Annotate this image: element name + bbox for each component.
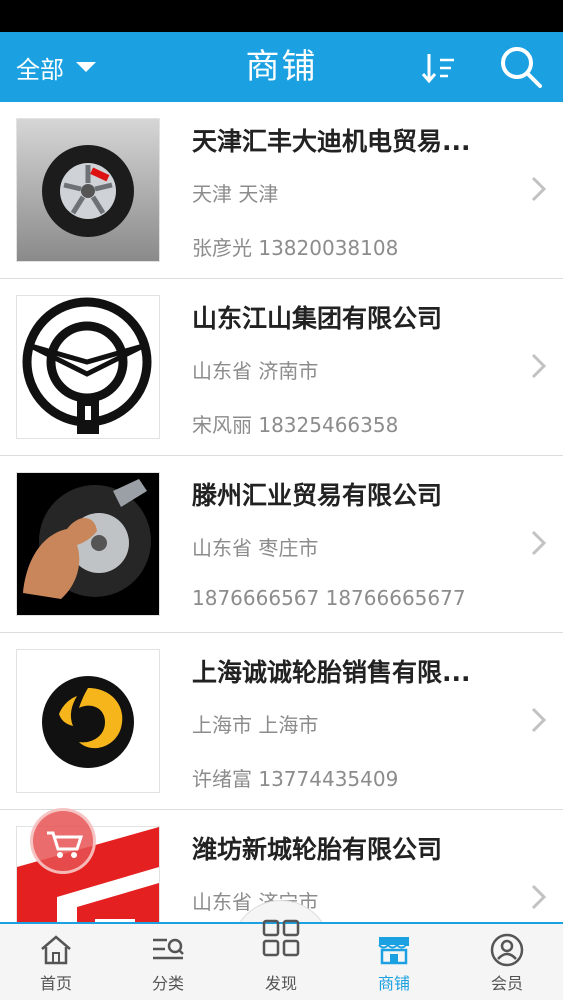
shop-row[interactable]: 上海诚诚轮胎销售有限... 上海市 上海市 许绪富 13774435409 [0, 633, 563, 810]
tab-discover[interactable]: 发现 [225, 919, 337, 1000]
filter-label: 全部 [16, 55, 64, 84]
tab-label: 分类 [151, 974, 184, 993]
shop-row[interactable]: 山东江山集团有限公司 山东省 济南市 宋风丽 18325466358 [0, 279, 563, 456]
shop-contact: 张彦光 13820038108 [192, 236, 399, 260]
shop-location: 上海市 上海市 [192, 713, 319, 737]
category-icon [153, 938, 184, 960]
shop-name: 潍坊新城轮胎有限公司 [192, 835, 443, 864]
bottom-tab-bar: 首页 分类 发现 商铺 会员 [0, 919, 563, 1000]
tab-label: 首页 [39, 974, 72, 993]
discover-icon [262, 919, 300, 957]
chevron-right-icon [531, 530, 547, 556]
top-bar: 全部 商铺 [0, 32, 563, 102]
shop-location: 山东省 枣庄市 [192, 536, 319, 560]
tab-label: 发现 [264, 974, 297, 993]
chevron-right-icon [531, 884, 547, 910]
shop-icon [378, 937, 409, 965]
cart-icon [47, 831, 84, 858]
tab-label: 商铺 [377, 974, 410, 993]
shop-row[interactable]: 天津汇丰大迪机电贸易... 天津 天津 张彦光 13820038108 [0, 102, 563, 279]
shop-contact: 许绪富 13774435409 [192, 767, 399, 791]
cart-button[interactable] [30, 808, 96, 874]
chevron-right-icon [531, 707, 547, 733]
shop-contact: 1876666567 18766665677 [192, 586, 466, 610]
filter-dropdown[interactable]: 全部 [16, 32, 96, 102]
chevron-right-icon [531, 353, 547, 379]
shop-location: 山东省 济南市 [192, 359, 319, 383]
tab-label: 会员 [490, 974, 523, 993]
spiral-logo [16, 649, 160, 793]
emblem-logo [16, 295, 160, 439]
shop-name: 天津汇丰大迪机电贸易... [192, 127, 471, 156]
shop-name: 滕州汇业贸易有限公司 [192, 481, 443, 510]
muscle-arm-logo [16, 472, 160, 616]
member-icon [490, 933, 524, 967]
shop-name: 上海诚诚轮胎销售有限... [192, 658, 471, 687]
shop-name: 山东江山集团有限公司 [192, 304, 443, 333]
search-icon [501, 47, 542, 88]
shop-location: 天津 天津 [192, 182, 279, 206]
chevron-right-icon [531, 176, 547, 202]
home-icon [41, 935, 71, 965]
shop-list: 天津汇丰大迪机电贸易... 天津 天津 张彦光 13820038108 山东江山… [0, 102, 563, 922]
tire-wheel-logo [16, 118, 160, 262]
tab-home[interactable]: 首页 [0, 924, 112, 1000]
shop-contact: 宋风丽 18325466358 [192, 413, 399, 437]
search-button[interactable] [496, 42, 546, 92]
status-bar [0, 0, 563, 32]
tab-shop[interactable]: 商铺 [338, 924, 450, 1000]
shop-row[interactable]: 滕州汇业贸易有限公司 山东省 枣庄市 1876666567 1876666567… [0, 456, 563, 633]
sort-button[interactable] [420, 48, 460, 88]
tab-member[interactable]: 会员 [451, 924, 563, 1000]
tab-category[interactable]: 分类 [112, 924, 224, 1000]
sort-icon [421, 54, 454, 84]
chevron-down-icon [76, 62, 96, 72]
